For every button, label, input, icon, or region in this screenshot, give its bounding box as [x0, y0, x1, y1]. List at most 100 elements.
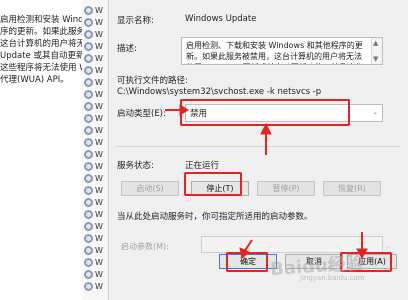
- service-row[interactable]: W: [84, 232, 103, 244]
- service-status-value: 正在运行: [185, 161, 220, 171]
- gear-icon: [84, 149, 93, 159]
- start-button[interactable]: 启动(S): [121, 181, 179, 196]
- service-row[interactable]: W: [84, 220, 103, 232]
- gear-icon: [84, 161, 93, 171]
- services-list[interactable]: WWWWWWWWWWWWWWWWWWWWWWWW: [82, 0, 109, 300]
- service-row-label: W: [95, 269, 103, 279]
- screenshot-frame: 启用检测和安装 Windows 和 序的更新。如果此服务被禁 这台计算机的用户将…: [0, 0, 408, 300]
- gear-icon: [84, 197, 93, 207]
- service-row[interactable]: W: [84, 172, 103, 184]
- service-row[interactable]: W: [84, 160, 103, 172]
- service-row-label: W: [95, 245, 103, 255]
- service-row-label: W: [95, 125, 103, 135]
- display-name-label: 显示名称:: [117, 16, 154, 26]
- service-row[interactable]: W: [84, 76, 103, 88]
- display-name-value: Windows Update: [185, 14, 257, 24]
- highlight-ok-button: [226, 252, 268, 272]
- gear-icon: [84, 245, 93, 255]
- service-row-label: W: [95, 113, 103, 123]
- service-description-panel: 启用检测和安装 Windows 和 序的更新。如果此服务被禁 这台计算机的用户将…: [0, 0, 117, 300]
- service-row-label: W: [95, 29, 103, 39]
- service-row-label: W: [95, 5, 103, 15]
- gear-icon: [84, 221, 93, 231]
- service-row-label: W: [95, 197, 103, 207]
- service-row-label: W: [95, 161, 103, 171]
- gear-icon: [84, 269, 93, 279]
- service-row[interactable]: W: [84, 196, 103, 208]
- divider: [115, 146, 401, 147]
- service-row-label: W: [95, 257, 103, 267]
- start-params-hint: 当从此处启动服务时，你可指定所适用的启动参数。: [117, 212, 313, 222]
- description-label: 描述:: [117, 44, 137, 54]
- pause-button[interactable]: 暂停(P): [257, 181, 315, 196]
- highlight-startup-type: [180, 99, 350, 126]
- service-row-label: W: [95, 233, 103, 243]
- service-row[interactable]: W: [84, 244, 103, 256]
- gear-icon: [84, 29, 93, 39]
- gear-icon: [84, 101, 93, 111]
- service-status-label: 服务状态:: [117, 161, 154, 171]
- highlight-stop-button: [184, 172, 242, 196]
- scroll-up-icon[interactable]: ▲: [373, 39, 378, 47]
- gear-icon: [84, 5, 93, 15]
- startup-type-label: 启动类型(E):: [117, 109, 166, 119]
- baidu-watermark-url: jingyan.baidu.com: [300, 274, 365, 282]
- gear-icon: [84, 185, 93, 195]
- description-line: 代理(WUA) API。: [0, 75, 69, 85]
- service-row[interactable]: W: [84, 136, 103, 148]
- service-row[interactable]: W: [84, 64, 103, 76]
- gear-icon: [84, 173, 93, 183]
- gear-icon: [84, 53, 93, 63]
- service-row-label: W: [95, 281, 103, 291]
- description-scrollbar[interactable]: ▲ ▼: [371, 38, 382, 64]
- service-row[interactable]: W: [84, 100, 103, 112]
- gear-icon: [84, 125, 93, 135]
- gear-icon: [84, 257, 93, 267]
- service-row-label: W: [95, 137, 103, 147]
- service-row-label: W: [95, 101, 103, 111]
- description-box[interactable]: 启用检测、下载和安装 Windows 和其他程序的更新。如果此服务被禁用，这台计…: [181, 37, 383, 65]
- service-row-label: W: [95, 41, 103, 51]
- service-row[interactable]: W: [84, 184, 103, 196]
- service-row[interactable]: W: [84, 256, 103, 268]
- service-row[interactable]: W: [84, 280, 103, 292]
- service-row[interactable]: W: [84, 268, 103, 280]
- gear-icon: [84, 65, 93, 75]
- service-row-label: W: [95, 221, 103, 231]
- gear-icon: [84, 281, 93, 291]
- service-row[interactable]: W: [84, 40, 103, 52]
- service-row-label: W: [95, 209, 103, 219]
- gear-icon: [84, 209, 93, 219]
- service-row[interactable]: W: [84, 208, 103, 220]
- gear-icon: [84, 89, 93, 99]
- service-row-label: W: [95, 149, 103, 159]
- service-row[interactable]: W: [84, 16, 103, 28]
- service-row[interactable]: W: [84, 28, 103, 40]
- service-row[interactable]: W: [84, 4, 103, 16]
- service-row[interactable]: W: [84, 88, 103, 100]
- service-row-label: W: [95, 53, 103, 63]
- gear-icon: [84, 113, 93, 123]
- scroll-down-icon[interactable]: ▼: [373, 55, 378, 63]
- service-row-label: W: [95, 173, 103, 183]
- service-row-label: W: [95, 17, 103, 27]
- service-row[interactable]: W: [84, 112, 103, 124]
- exec-path-label: 可执行文件的路径:: [117, 76, 188, 86]
- service-row[interactable]: W: [84, 148, 103, 160]
- service-row[interactable]: W: [84, 124, 103, 136]
- service-row-label: W: [95, 185, 103, 195]
- chevron-down-icon: ⌄: [372, 108, 378, 116]
- service-row[interactable]: W: [84, 52, 103, 64]
- service-row-label: W: [95, 77, 103, 87]
- gear-icon: [84, 137, 93, 147]
- description-text: 启用检测、下载和安装 Windows 和其他程序的更新。如果此服务被禁用，这台计…: [186, 41, 363, 64]
- exec-path-value: C:\Windows\system32\svchost.exe -k netsv…: [117, 87, 322, 97]
- gear-icon: [84, 17, 93, 27]
- start-params-label: 启动参数(M):: [121, 242, 169, 251]
- gear-icon: [84, 233, 93, 243]
- resume-button[interactable]: 恢复(R): [323, 181, 381, 196]
- service-row-label: W: [95, 89, 103, 99]
- service-row-label: W: [95, 65, 103, 75]
- gear-icon: [84, 77, 93, 87]
- gear-icon: [84, 41, 93, 51]
